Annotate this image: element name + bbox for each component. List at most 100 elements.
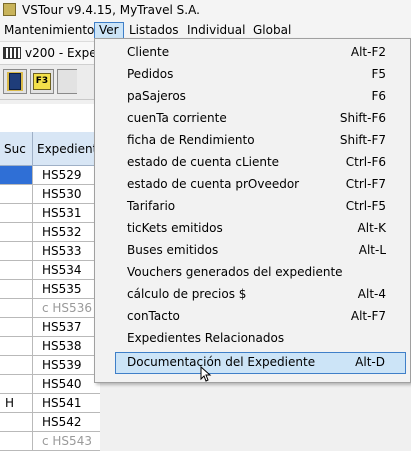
cell-expediente: HS530 (42, 187, 82, 201)
mouse-cursor-icon (200, 366, 212, 382)
menu-item[interactable]: cuenTa corriente Shift-F6 (95, 108, 408, 130)
cell-expediente: HS538 (42, 339, 82, 353)
cell-expediente: HS539 (42, 358, 82, 372)
table-row[interactable]: HS539 (0, 356, 100, 375)
menu-item-label: ficha de Rendimiento (127, 133, 255, 147)
table-row[interactable]: HS530 (0, 185, 100, 204)
menu-item-label: conTacto (127, 309, 180, 323)
menu-item-shortcut: Shift-F7 (339, 133, 386, 147)
expedientes-grid: Suc Expediente HS529 HS530 HS531 HS532 HS533… (0, 104, 100, 451)
cell-suc (0, 242, 33, 260)
menu-item-label: Documentación del Expediente (127, 355, 316, 369)
cell-expediente: HS532 (42, 225, 82, 239)
cell-suc (0, 185, 33, 203)
table-row[interactable]: HS538 (0, 337, 100, 356)
menu-item[interactable]: Pedidos F5 (95, 64, 408, 86)
menu-global[interactable]: Global (249, 22, 295, 39)
app-icon (3, 3, 16, 16)
cell-suc (0, 337, 33, 355)
menu-item-shortcut: Ctrl-F5 (345, 199, 386, 213)
cell-expediente: HS534 (42, 263, 82, 277)
menu-item[interactable]: Documentación del Expediente Alt-D (115, 352, 406, 374)
menu-item-shortcut: Alt-D (355, 355, 385, 369)
menu-listados[interactable]: Listados (125, 22, 183, 39)
cell-expediente: c HS536 (42, 301, 92, 315)
grid-window-icon (3, 47, 21, 59)
menu-item-label: ticKets emitidos (127, 221, 223, 235)
ver-dropdown-menu: Cliente Alt-F2 Pedidos F5 paSajeros F6 cuenTa … (94, 38, 411, 383)
menu-item[interactable]: Cliente Alt-F2 (95, 42, 408, 64)
cell-expediente: HS535 (42, 282, 82, 296)
table-row[interactable]: HS540 (0, 375, 100, 394)
menu-item-label: Tarifario (127, 199, 176, 213)
toolbar-button-partial[interactable] (57, 69, 77, 94)
menu-item-shortcut: F5 (371, 67, 386, 81)
menu-item[interactable]: cálculo de precios $ Alt-4 (95, 284, 408, 306)
cell-suc (0, 356, 33, 374)
menu-item-label: paSajeros (127, 89, 186, 103)
menu-item[interactable]: Buses emitidos Alt-L (95, 240, 408, 262)
menu-item-shortcut: Alt-K (357, 221, 386, 235)
menu-item-shortcut: Shift-F6 (339, 111, 386, 125)
table-row[interactable]: HS532 (0, 223, 100, 242)
table-row[interactable]: HS534 (0, 261, 100, 280)
f3-key-icon: F3 (33, 73, 51, 90)
menu-item-label: Pedidos (127, 67, 174, 81)
cell-suc (0, 280, 33, 298)
menu-mantenimiento[interactable]: Mantenimiento (0, 22, 98, 39)
table-row[interactable]: c HS543 (0, 432, 100, 451)
grid-header: Suc Expediente (0, 132, 100, 166)
menu-ver[interactable]: Ver (94, 22, 124, 39)
column-header-expediente[interactable]: Expediente (33, 132, 100, 166)
cell-suc (0, 432, 33, 450)
menu-item-label: cálculo de precios $ (127, 287, 247, 301)
menu-item[interactable]: estado de cuenta cLiente Ctrl-F6 (95, 152, 408, 174)
cell-suc (0, 413, 33, 431)
table-row[interactable]: HS533 (0, 242, 100, 261)
menu-item-label: cuenTa corriente (127, 111, 227, 125)
menu-item-shortcut: Alt-4 (357, 287, 386, 301)
cell-suc (0, 166, 33, 184)
menu-individual[interactable]: Individual (183, 22, 249, 39)
menu-item-shortcut: F6 (371, 89, 386, 103)
cell-expediente: HS531 (42, 206, 82, 220)
cell-suc: H (0, 394, 33, 412)
menu-item[interactable]: ticKets emitidos Alt-K (95, 218, 408, 240)
menu-item-label: Buses emitidos (127, 243, 219, 257)
menu-item-shortcut: Alt-F7 (350, 309, 386, 323)
cell-expediente: HS540 (42, 377, 82, 391)
f3-button[interactable]: F3 (30, 69, 54, 94)
menu-item[interactable]: Vouchers generados del expediente (95, 262, 408, 284)
window-title: VSTour v9.4.15, MyTravel S.A. (22, 3, 200, 17)
cell-suc (0, 261, 33, 279)
menu-item-label: Expedientes Relacionados (127, 331, 285, 345)
cell-suc (0, 223, 33, 241)
table-row[interactable]: H HS541 (0, 394, 100, 413)
subwindow-title-bar: v200 - Expedi (0, 42, 108, 65)
menu-item-shortcut: Alt-F2 (350, 45, 386, 59)
cell-suc (0, 204, 33, 222)
menu-item[interactable]: Tarifario Ctrl-F5 (95, 196, 408, 218)
title-bar: VSTour v9.4.15, MyTravel S.A. (0, 0, 411, 21)
toolbar: F3 (0, 65, 100, 100)
table-row[interactable]: HS542 (0, 413, 100, 432)
cell-expediente: HS533 (42, 244, 82, 258)
menu-item-shortcut: Ctrl-F7 (345, 177, 386, 191)
cell-expediente: HS537 (42, 320, 82, 334)
table-row[interactable]: HS537 (0, 318, 100, 337)
exit-button[interactable] (3, 69, 27, 94)
menu-item[interactable]: Expedientes Relacionados (95, 328, 408, 350)
menu-item[interactable]: ficha de Rendimiento Shift-F7 (95, 130, 408, 152)
table-row[interactable]: HS529 (0, 166, 100, 185)
menu-item[interactable]: estado de cuenta prOveedor Ctrl-F7 (95, 174, 408, 196)
table-row[interactable]: HS535 (0, 280, 100, 299)
menu-item[interactable]: conTacto Alt-F7 (95, 306, 408, 328)
column-header-suc[interactable]: Suc (0, 132, 33, 166)
menu-item-label: estado de cuenta cLiente (127, 155, 280, 169)
table-row[interactable]: HS531 (0, 204, 100, 223)
menu-item-label: Cliente (127, 45, 170, 59)
cell-expediente: c HS543 (42, 434, 92, 448)
table-row[interactable]: c HS536 (0, 299, 100, 318)
cell-suc (0, 299, 33, 317)
menu-item[interactable]: paSajeros F6 (95, 86, 408, 108)
